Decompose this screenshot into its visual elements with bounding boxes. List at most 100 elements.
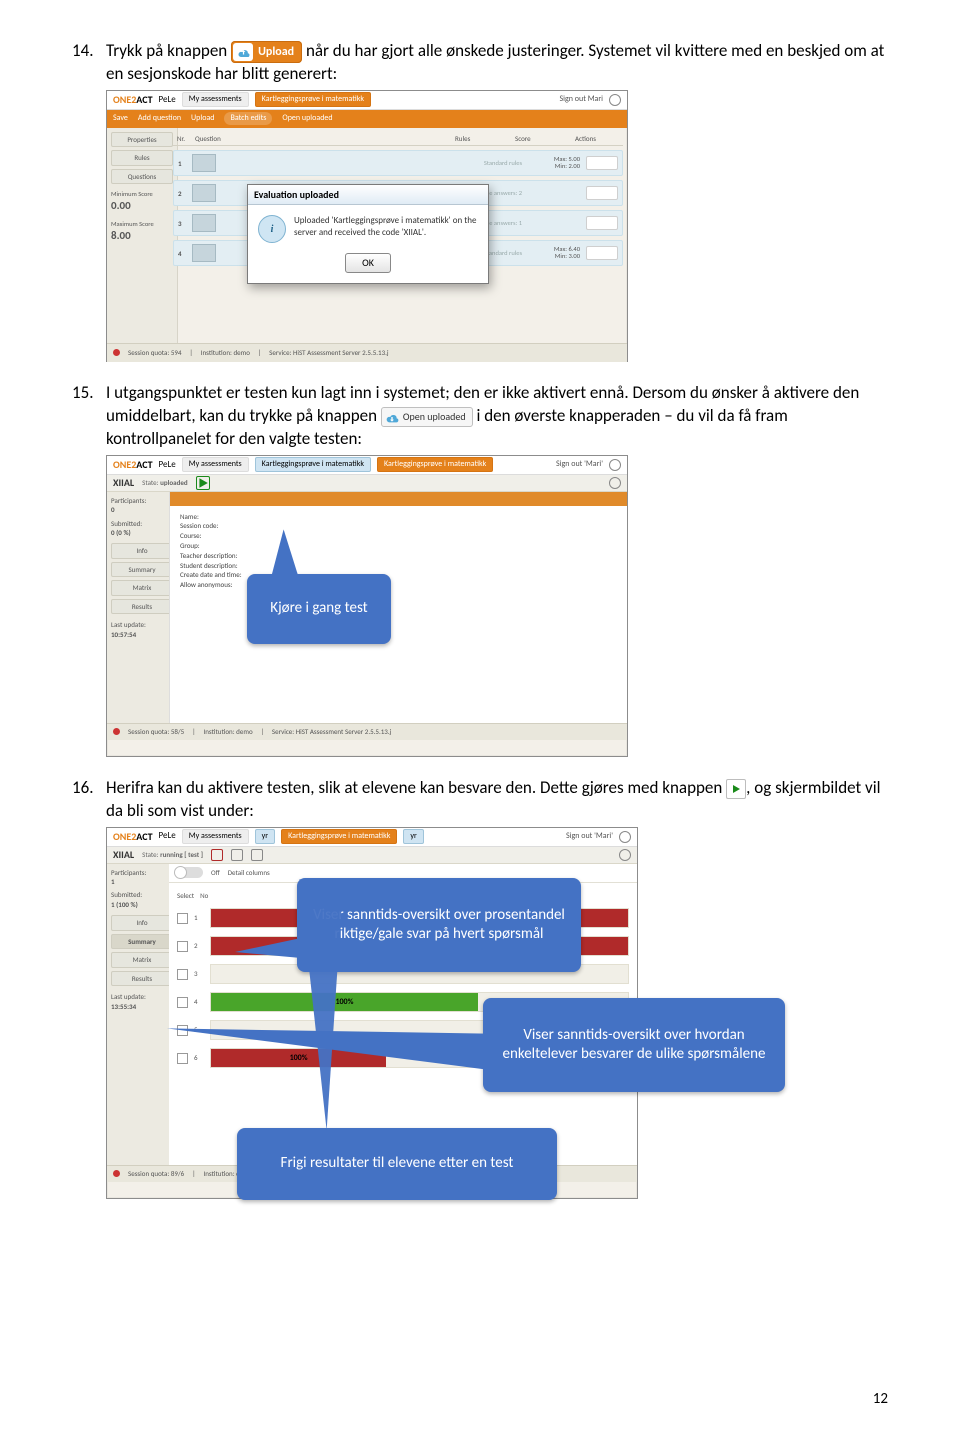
release-icon[interactable] bbox=[251, 849, 263, 861]
item-14-text: Trykk på knappen Upload når du har gjort… bbox=[106, 40, 888, 376]
tab-active-3[interactable]: Kartleggingsprøve i matematikk bbox=[281, 829, 397, 844]
s1-side-rules[interactable]: Rules bbox=[111, 150, 173, 165]
s2-sidebar: Participants: 0 Submitted: 0 (0 %) Info … bbox=[107, 492, 178, 724]
s1-upload[interactable]: Upload bbox=[191, 113, 214, 124]
brand-logo: ONE2ACT bbox=[113, 458, 153, 472]
callout-tail bbox=[235, 938, 301, 958]
list-number-15: 15. bbox=[72, 382, 106, 771]
s2-signout[interactable]: Sign out 'Mari' bbox=[556, 459, 603, 470]
s3-side-summary[interactable]: Summary bbox=[111, 934, 173, 949]
session-code: XIIAL bbox=[113, 476, 134, 490]
s1-openup[interactable]: Open uploaded bbox=[282, 113, 332, 124]
s2-header: ONE2ACT PeLe My assessments Kartleggings… bbox=[107, 456, 627, 475]
detail-toggle[interactable] bbox=[175, 867, 203, 878]
session-code: XIIAL bbox=[113, 848, 134, 862]
s1-toolbar: Save Add question Upload Batch edits Ope… bbox=[107, 110, 627, 128]
s2-side-summary[interactable]: Summary bbox=[111, 562, 173, 577]
s3-statebar: XIIAL State: running [ test ] bbox=[107, 847, 637, 864]
edit-icon[interactable] bbox=[586, 246, 618, 260]
status-dot-icon bbox=[113, 349, 120, 356]
s3-signout[interactable]: Sign out 'Mari' bbox=[566, 831, 613, 842]
item-15-text: I utgangspunktet er testen kun lagt inn … bbox=[106, 382, 888, 771]
gear-icon[interactable] bbox=[609, 94, 621, 106]
tab-right-3[interactable]: yr bbox=[403, 829, 423, 844]
dialog-title: Evaluation uploaded bbox=[248, 185, 488, 206]
brand-logo: ONE2ACT bbox=[113, 830, 153, 844]
download-cloud-icon bbox=[384, 410, 400, 424]
s1-max-label: Maximum Score bbox=[111, 220, 173, 229]
callout-start-test: Kjøre i gang test bbox=[247, 574, 391, 644]
gear-icon[interactable] bbox=[609, 477, 621, 489]
tab-my-assessments[interactable]: My assessments bbox=[182, 92, 249, 107]
pause-icon[interactable] bbox=[231, 849, 243, 861]
item-16-pre: Herifra kan du aktivere testen, slik at … bbox=[106, 777, 726, 798]
s1-batch[interactable]: Batch edits bbox=[224, 112, 272, 125]
s1-header: ONE2ACT PeLe My assessments Kartleggings… bbox=[107, 91, 627, 110]
s1-pele: PeLe bbox=[159, 94, 176, 106]
s2-side-info[interactable]: Info bbox=[111, 543, 173, 558]
s2-orange-banner[interactable] bbox=[170, 492, 627, 506]
gear-icon[interactable] bbox=[619, 831, 631, 843]
s1-sidebar: Properties Rules Questions Minimum Score… bbox=[107, 128, 178, 344]
dialog-message: Uploaded 'Kartleggingsprøve i matematikk… bbox=[294, 215, 478, 243]
stop-icon[interactable] bbox=[211, 849, 223, 861]
item-16-text: Herifra kan du aktivere testen, slik at … bbox=[106, 777, 888, 1213]
s1-save[interactable]: Save bbox=[113, 113, 128, 124]
edit-icon[interactable] bbox=[586, 156, 618, 170]
s2-side-results[interactable]: Results bbox=[111, 599, 173, 614]
tab-my-assessments[interactable]: My assessments bbox=[182, 829, 249, 844]
s2-side-matrix[interactable]: Matrix bbox=[111, 580, 173, 595]
s2-statebar: XIIAL State: uploaded bbox=[107, 475, 627, 492]
edit-icon[interactable] bbox=[586, 216, 618, 230]
tab-mid-2[interactable]: Kartleggingsprøve i matematikk bbox=[255, 457, 371, 472]
s2-footer: Session quota: 58/5 |Institution: demo |… bbox=[107, 723, 627, 740]
s1-footer: Session quota: 594 |Institution: demo |S… bbox=[107, 343, 627, 362]
tab-active-2[interactable]: Kartleggingsprøve i matematikk bbox=[377, 457, 493, 472]
row-thumb bbox=[192, 244, 216, 262]
callout-tail bbox=[291, 879, 344, 1130]
tab-mid-3[interactable]: yr bbox=[255, 829, 275, 844]
s1-min-label: Minimum Score bbox=[111, 190, 173, 199]
edit-icon[interactable] bbox=[586, 186, 618, 200]
status-dot-icon bbox=[113, 1170, 120, 1177]
s3-side-info[interactable]: Info bbox=[111, 915, 173, 930]
callout-matrix-per-student: Viser sanntids-oversikt over hvordan enk… bbox=[483, 998, 785, 1092]
list-number-16: 16. bbox=[72, 777, 106, 1213]
play-button-inline[interactable] bbox=[726, 779, 746, 799]
list-number-14: 14. bbox=[72, 40, 106, 376]
open-uploaded-button-inline[interactable]: Open uploaded bbox=[381, 407, 473, 427]
s2-main: Name: Session code: Course: Group: Teach… bbox=[169, 492, 627, 724]
brand-logo: ONE2ACT bbox=[113, 93, 153, 107]
screenshot-control-panel: ONE2ACT PeLe My assessments Kartleggings… bbox=[106, 455, 628, 757]
status-dot-icon bbox=[113, 728, 120, 735]
s1-add[interactable]: Add question bbox=[138, 113, 181, 124]
s1-side-questions[interactable]: Questions bbox=[111, 169, 173, 184]
open-uploaded-label: Open uploaded bbox=[403, 410, 466, 424]
row-checkbox[interactable] bbox=[177, 997, 188, 1008]
row-thumb bbox=[192, 154, 216, 172]
s3-header: ONE2ACT PeLe My assessments yr Kartleggi… bbox=[107, 828, 637, 847]
s1-side-properties[interactable]: Properties bbox=[111, 132, 173, 147]
callout-release-results: Frigi resultater til elevene etter en te… bbox=[237, 1128, 557, 1200]
upload-confirmation-dialog: Evaluation uploaded i Uploaded 'Kartlegg… bbox=[247, 184, 489, 284]
s3-side-matrix[interactable]: Matrix bbox=[111, 952, 173, 967]
screenshot-upload-confirmation: ONE2ACT PeLe My assessments Kartleggings… bbox=[106, 90, 628, 362]
gear-icon[interactable] bbox=[619, 849, 631, 861]
play-icon[interactable] bbox=[196, 476, 210, 490]
gear-icon[interactable] bbox=[609, 459, 621, 471]
s2-info-block: Name: Session code: Course: Group: Teach… bbox=[170, 506, 627, 596]
item-14-pre: Trykk på knappen bbox=[106, 40, 231, 61]
s1-signout[interactable]: Sign out Mari bbox=[560, 94, 604, 105]
tab-my-assessments[interactable]: My assessments bbox=[182, 457, 249, 472]
row-checkbox[interactable] bbox=[177, 969, 188, 980]
s3-side-results[interactable]: Results bbox=[111, 971, 173, 986]
info-icon: i bbox=[258, 215, 286, 243]
s1-colhdr: Nr. Question Rules Score Actions bbox=[173, 132, 623, 146]
s2-pele: PeLe bbox=[159, 459, 176, 471]
row-checkbox[interactable] bbox=[177, 913, 188, 924]
tab-active-1[interactable]: Kartleggingsprøve i matematikk bbox=[255, 92, 371, 107]
upload-button-inline[interactable]: Upload bbox=[231, 41, 302, 63]
question-row[interactable]: 1 Standard rules Max: 5.00Min: 2.00 bbox=[173, 150, 623, 176]
row-checkbox[interactable] bbox=[177, 941, 188, 952]
dialog-ok-button[interactable]: OK bbox=[345, 253, 391, 273]
